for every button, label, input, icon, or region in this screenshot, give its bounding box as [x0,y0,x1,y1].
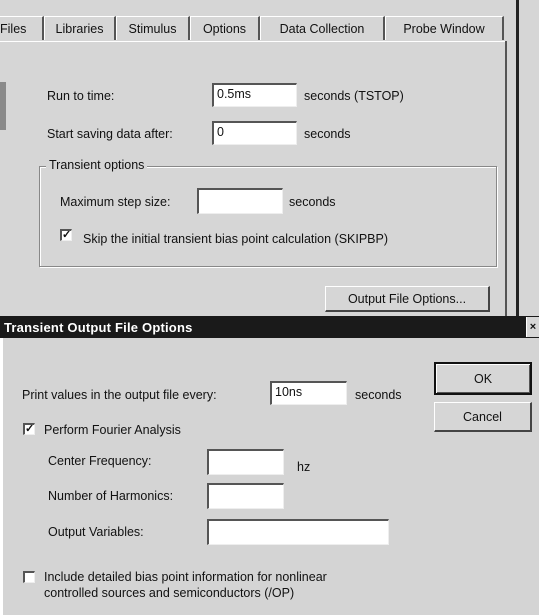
fourier-checkbox[interactable]: ✓ [23,423,35,435]
panel-edge [505,41,507,316]
output-variables-label: Output Variables: [48,525,144,539]
title-bar: Transient Output File Options × [0,316,539,338]
tab-options-label: Options [202,22,247,36]
tab-stimulus-label: Stimulus [128,22,177,36]
tab-data-collection[interactable]: Data Collection [260,16,385,40]
detailed-bias-label-line1: Include detailed bias point information … [44,570,327,584]
fourier-label: Perform Fourier Analysis [44,423,181,437]
close-icon: × [529,321,537,333]
window-edge [516,0,519,316]
tab-files-label: Files [0,22,27,36]
dialog-edge [0,338,3,615]
print-values-label: Print values in the output file every: [22,388,217,402]
tab-options[interactable]: Options [190,16,260,40]
transient-options-legend: Transient options [46,159,148,172]
center-frequency-input[interactable] [207,449,284,475]
checkmark-icon: ✓ [62,229,72,241]
start-saving-label: Start saving data after: [47,127,173,141]
center-frequency-units: hz [297,460,311,474]
print-values-units: seconds [355,388,402,402]
ok-button[interactable]: OK [434,362,532,395]
tab-files[interactable]: Files [0,16,44,40]
start-saving-input[interactable]: 0 [212,121,297,145]
detailed-bias-label-line2: controlled sources and semiconductors (/… [44,586,295,600]
print-values-input[interactable]: 10ns [270,381,347,405]
tab-probe-window[interactable]: Probe Window [385,16,504,40]
run-to-time-input[interactable]: 0.5ms [212,83,297,107]
center-frequency-label: Center Frequency: [48,454,152,468]
output-variables-input[interactable] [207,519,389,545]
start-saving-units: seconds [304,127,351,141]
run-to-time-label: Run to time: [47,89,115,103]
cancel-button[interactable]: Cancel [434,402,532,432]
output-file-options-button[interactable]: Output File Options... [325,286,490,312]
tab-stimulus[interactable]: Stimulus [116,16,190,40]
dialog-title: Transient Output File Options [4,320,193,335]
tab-libraries-label: Libraries [55,22,104,36]
tab-data-collection-label: Data Collection [279,22,365,36]
run-to-time-units: seconds (TSTOP) [304,89,404,103]
checkmark-icon: ✓ [25,423,35,435]
tab-libraries[interactable]: Libraries [44,16,116,40]
max-step-label: Maximum step size: [60,195,171,209]
max-step-units: seconds [289,195,336,209]
title-bar-button[interactable]: × [526,317,539,337]
tab-probe-window-label: Probe Window [403,22,485,36]
transient-options-group [39,166,497,267]
skip-bias-label: Skip the initial transient bias point ca… [83,232,389,246]
skip-bias-checkbox[interactable]: ✓ [60,229,72,241]
simulation-settings-dialog: Files Libraries Stimulus Options Data Co… [0,0,539,316]
max-step-input[interactable] [197,188,283,214]
harmonics-input[interactable] [207,483,284,509]
tab-panel-border [0,41,506,42]
harmonics-label: Number of Harmonics: [48,489,174,503]
window-edge-left [0,82,6,130]
transient-output-dialog: Transient Output File Options × Print va… [0,316,539,615]
detailed-bias-checkbox[interactable] [23,571,35,583]
